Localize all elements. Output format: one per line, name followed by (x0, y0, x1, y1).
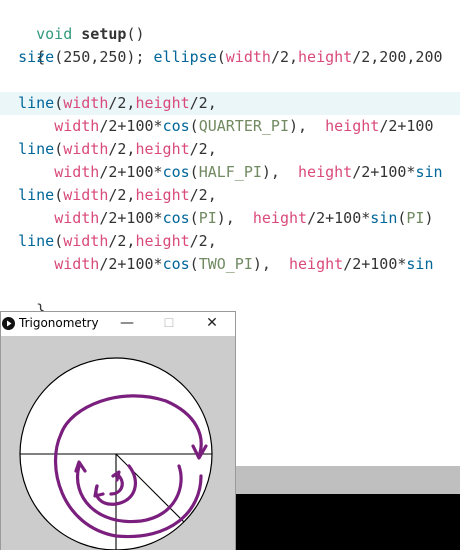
code-line-7[interactable]: line(width/2,height/2, (0, 138, 217, 161)
constant-pi: PI (198, 209, 217, 227)
function-line: line (18, 140, 55, 158)
code-line-12[interactable]: width/2+100*cos(TWO_PI), height/2+100*si… (0, 253, 434, 276)
variable-width: width (63, 140, 109, 158)
variable-height: height (298, 48, 353, 66)
variable-width: width (63, 186, 109, 204)
function-size: size (18, 48, 55, 66)
function-cos: cos (162, 117, 190, 135)
constant-half-pi: HALF_PI (198, 163, 262, 181)
code-text: /2+100* (99, 163, 163, 181)
code-line-13[interactable]: } (0, 276, 45, 319)
code-text: ) (424, 209, 434, 227)
variable-height: height (252, 209, 308, 227)
code-line-5[interactable]: line(width/2,height/2, (0, 92, 217, 115)
variable-width: width (225, 48, 271, 66)
code-line-2[interactable]: { (0, 23, 45, 66)
code-line-9[interactable]: line(width/2,height/2, (0, 184, 217, 207)
function-name-setup: setup (81, 25, 127, 43)
minimize-button[interactable]: — (113, 313, 141, 333)
code-text: /2, (108, 94, 136, 112)
constant-pi: PI (406, 209, 425, 227)
code-text: /2, (189, 140, 217, 158)
function-cos: cos (162, 255, 190, 273)
function-ellipse: ellipse (153, 48, 217, 66)
variable-width: width (54, 255, 100, 273)
function-sin: sin (406, 255, 434, 273)
variable-width: width (63, 232, 109, 250)
console-area[interactable] (233, 494, 460, 550)
variable-width: width (54, 163, 100, 181)
code-text: /2, (108, 186, 136, 204)
function-line: line (18, 94, 55, 112)
code-text: ), (252, 255, 289, 273)
variable-height: height (135, 186, 190, 204)
code-text: ( (54, 140, 64, 158)
code-text: /2, (189, 94, 217, 112)
variable-height: height (135, 232, 190, 250)
sketch-window[interactable]: Trigonometry — ☐ ✕ (0, 311, 236, 550)
play-icon (2, 317, 15, 330)
maximize-button[interactable]: ☐ (155, 313, 183, 333)
function-sin: sin (415, 163, 443, 181)
code-text: /2, (189, 232, 217, 250)
code-text: ( (54, 186, 64, 204)
variable-height: height (325, 117, 380, 135)
sketch-drawing (19, 357, 213, 550)
code-text: /2+100* (99, 117, 163, 135)
variable-height: height (289, 255, 344, 273)
code-text: /2+100* (352, 163, 416, 181)
code-text: ( (216, 48, 226, 66)
code-text: (250,250); (54, 48, 154, 66)
constant-quarter-pi: QUARTER_PI (198, 117, 289, 135)
code-line-6[interactable]: width/2+100*cos(QUARTER_PI), height/2+10… (0, 115, 434, 138)
constant-two-pi: TWO_PI (198, 255, 253, 273)
code-text: /2+100* (307, 209, 371, 227)
code-line-10[interactable]: width/2+100*cos(PI), height/2+100*sin(PI… (0, 207, 434, 230)
function-cos: cos (162, 163, 190, 181)
code-text: /2+100* (343, 255, 407, 273)
code-text: ( (54, 232, 64, 250)
code-text: /2,200,200 (352, 48, 443, 66)
code-text: /2+100* (99, 255, 163, 273)
code-text: ), (289, 117, 326, 135)
function-sin: sin (370, 209, 398, 227)
code-text: ( (54, 94, 64, 112)
code-text: /2, (108, 232, 136, 250)
code-text: /2+100 (379, 117, 434, 135)
function-line: line (18, 232, 55, 250)
sketch-window-titlebar[interactable]: Trigonometry — ☐ ✕ (1, 312, 235, 336)
function-cos: cos (162, 209, 190, 227)
code-line-8[interactable]: width/2+100*cos(HALF_PI), height/2+100*s… (0, 161, 443, 184)
code-text: /2+100* (99, 209, 163, 227)
sketch-window-title: Trigonometry (19, 316, 99, 330)
editor-status-bar (233, 466, 460, 494)
code-text: /2, (270, 48, 299, 66)
code-text: ), (216, 209, 253, 227)
variable-height: height (135, 140, 190, 158)
code-line-11[interactable]: line(width/2,height/2, (0, 230, 217, 253)
code-text: ), (261, 163, 299, 181)
code-text: /2, (108, 140, 136, 158)
close-button[interactable]: ✕ (198, 313, 226, 333)
variable-height: height (298, 163, 353, 181)
variable-height: height (135, 94, 190, 112)
function-line: line (18, 186, 55, 204)
variable-width: width (63, 94, 109, 112)
sketch-canvas[interactable] (1, 336, 235, 550)
code-line-3[interactable]: size(250,250); ellipse(width/2,height/2,… (0, 46, 443, 69)
code-text: /2, (189, 186, 217, 204)
code-line-1[interactable]: void setup() (0, 0, 144, 43)
code-text: () (126, 25, 145, 43)
variable-width: width (54, 117, 100, 135)
variable-width: width (54, 209, 100, 227)
